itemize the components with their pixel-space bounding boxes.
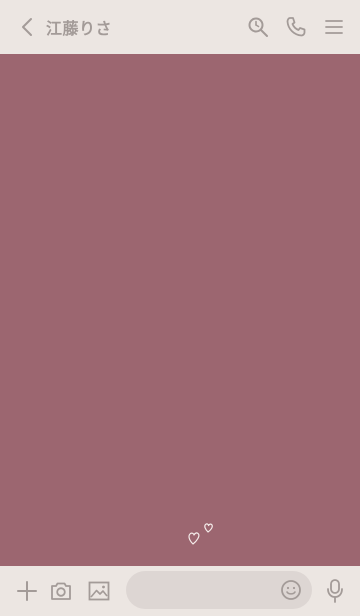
message-composer: [0, 566, 360, 616]
hearts-icon: [188, 523, 213, 545]
emoji-icon: [281, 580, 301, 600]
phone-icon: [286, 17, 306, 37]
message-input-container: [126, 571, 312, 609]
call-button[interactable]: [282, 12, 310, 42]
chat-area: [0, 54, 360, 566]
menu-button[interactable]: [320, 12, 348, 42]
message-input[interactable]: [140, 577, 284, 605]
add-button[interactable]: [12, 576, 42, 606]
camera-icon: [51, 582, 71, 600]
back-button[interactable]: [12, 12, 42, 42]
menu-icon: [325, 20, 343, 34]
image-button[interactable]: [84, 576, 114, 606]
plus-icon: [17, 581, 37, 601]
chat-header: 江藤りさ: [0, 0, 360, 54]
image-icon: [88, 581, 110, 601]
microphone-button[interactable]: [320, 576, 350, 606]
emoji-button[interactable]: [276, 575, 306, 605]
header-actions: [244, 12, 348, 42]
microphone-icon: [327, 579, 343, 603]
camera-button[interactable]: [46, 576, 76, 606]
contact-name: 江藤りさ: [46, 19, 113, 38]
search-button[interactable]: [244, 12, 272, 42]
search-icon: [248, 17, 268, 37]
chevron-left-icon: [22, 18, 32, 36]
